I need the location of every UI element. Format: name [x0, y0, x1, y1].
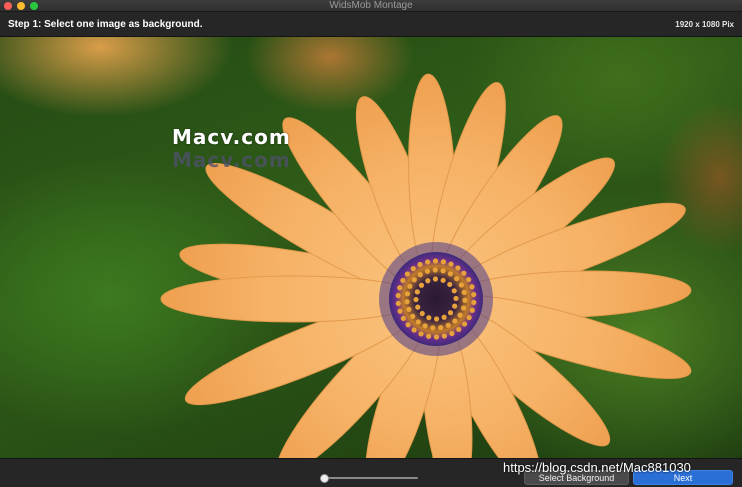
stamen: [418, 282, 425, 288]
stamen: [440, 268, 446, 274]
stamen: [410, 265, 416, 272]
step-bar: Step 1: Select one image as background. …: [0, 12, 742, 37]
stamen: [461, 289, 467, 295]
title-bar: WidsMob Montage: [0, 0, 742, 12]
stamen: [460, 305, 467, 311]
stamen: [469, 307, 475, 313]
stamen: [422, 323, 428, 329]
step-instruction: Step 1: Select one image as background.: [8, 19, 203, 30]
stamen: [417, 261, 423, 268]
canvas-dimensions: 1920 x 1080 Pix: [675, 20, 734, 29]
stamen: [452, 303, 458, 309]
stamen: [456, 326, 462, 333]
stamen: [411, 327, 417, 333]
zoom-slider-handle[interactable]: [320, 474, 329, 483]
stamen: [440, 277, 446, 283]
stamen: [458, 282, 464, 288]
stamen: [404, 271, 411, 277]
stamen: [441, 333, 447, 339]
stamen: [469, 284, 475, 290]
stamen: [415, 304, 421, 310]
stamen: [414, 289, 420, 295]
stamen: [397, 308, 403, 314]
stamen: [447, 310, 454, 316]
stamen: [471, 299, 477, 306]
stamen: [404, 291, 411, 297]
stamen: [445, 322, 451, 328]
background-image-canvas[interactable]: Macv.com Macv.com: [0, 37, 742, 458]
zoom-slider-track[interactable]: [325, 477, 418, 479]
stamen: [457, 312, 463, 318]
watermark-text: Macv.com: [172, 125, 291, 149]
stamen: [415, 319, 421, 325]
stamen: [451, 288, 457, 294]
stamen: [400, 315, 406, 322]
stamen: [417, 272, 423, 278]
site-watermark: https://blog.csdn.net/Mac881030: [503, 460, 691, 475]
stamen: [448, 261, 454, 267]
stamen: [466, 276, 472, 283]
stamen: [400, 277, 406, 284]
stamen: [404, 299, 410, 305]
stamen: [413, 296, 419, 303]
stamen: [466, 314, 472, 321]
stamen: [433, 334, 440, 340]
stamen: [432, 276, 439, 282]
stamen: [410, 313, 416, 319]
stamen: [406, 306, 412, 313]
stamen: [471, 291, 477, 298]
window-title: WidsMob Montage: [329, 0, 413, 11]
stamen: [454, 276, 460, 282]
stamen: [453, 295, 459, 302]
stamen: [424, 268, 431, 274]
stamen: [455, 265, 461, 271]
stamen: [418, 331, 424, 337]
stamen: [433, 316, 440, 322]
stamen: [395, 292, 401, 299]
stamen: [447, 271, 454, 277]
stamen: [462, 297, 468, 303]
stamen: [425, 278, 431, 284]
stamen: [411, 277, 417, 283]
stamen: [441, 314, 447, 320]
stamen: [461, 321, 468, 327]
stamen: [425, 259, 431, 265]
stamen: [405, 322, 411, 328]
stamen: [432, 267, 438, 273]
stamen: [430, 325, 436, 331]
stamen: [425, 333, 432, 339]
stamen: [452, 318, 458, 324]
watermark-text-shadow: Macv.com: [172, 148, 291, 172]
daisy-flower-photo: [160, 73, 692, 458]
stamen: [461, 270, 467, 276]
stamen: [407, 283, 413, 289]
stamen: [395, 300, 401, 307]
stamen: [426, 315, 432, 321]
stamen: [397, 285, 403, 291]
stamen: [447, 281, 453, 288]
stamen: [438, 325, 444, 331]
stamen: [419, 310, 425, 317]
stamen: [449, 330, 455, 337]
stamen: [432, 258, 439, 264]
stamen: [440, 259, 447, 265]
